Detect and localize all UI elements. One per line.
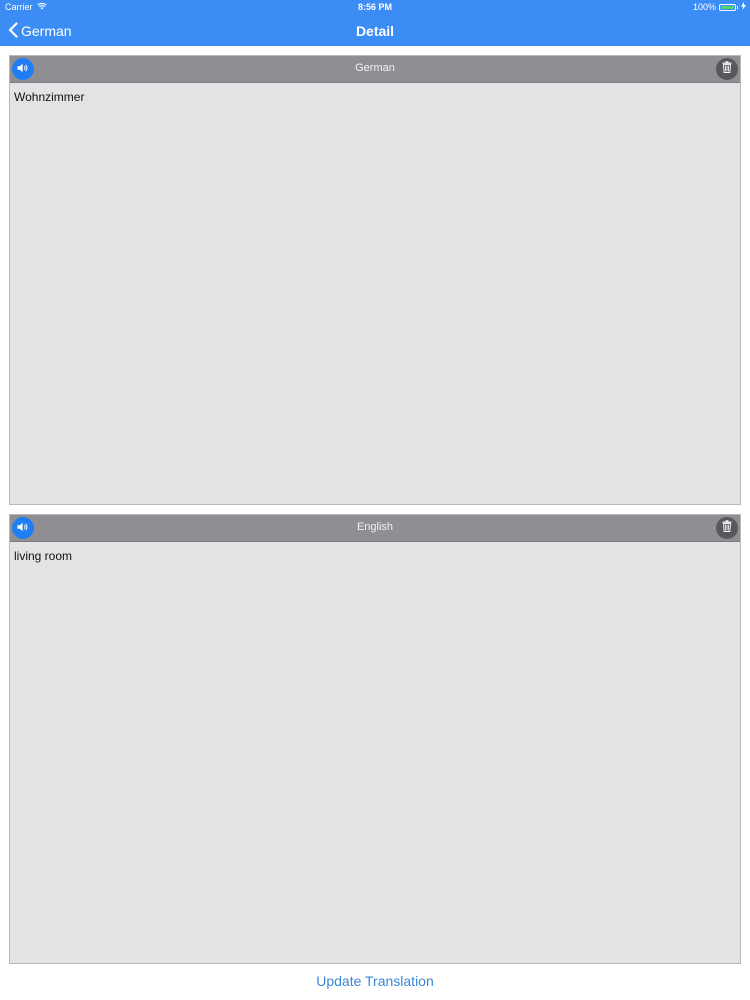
target-language-panel: English living room — [9, 514, 741, 964]
source-language-panel: German Wohnzimmer — [9, 55, 741, 505]
battery-indicator: 100% — [693, 2, 746, 12]
delete-english-button[interactable] — [716, 517, 738, 539]
navigation-bar: Carrier 8:56 PM 100% German Detail — [0, 0, 750, 46]
battery-icon — [719, 3, 736, 11]
trash-icon — [722, 60, 732, 78]
panel-header: German — [10, 56, 740, 83]
battery-nub — [737, 5, 738, 9]
delete-german-button[interactable] — [716, 58, 738, 80]
status-bar: Carrier 8:56 PM 100% — [0, 0, 750, 14]
german-text-area[interactable]: Wohnzimmer — [10, 83, 740, 111]
english-text-area[interactable]: living room — [10, 542, 740, 570]
battery-percent: 100% — [692, 2, 716, 12]
update-translation-button[interactable]: Update Translation — [0, 973, 750, 989]
trash-icon — [722, 519, 732, 537]
panel-header: English — [10, 515, 740, 542]
panel-language-label: English — [356, 521, 394, 533]
panel-language-label: German — [355, 62, 395, 74]
page-title: Detail — [355, 23, 395, 39]
bolt-icon — [741, 2, 746, 12]
battery-level — [721, 5, 734, 9]
status-time: 8:56 PM — [357, 2, 392, 12]
